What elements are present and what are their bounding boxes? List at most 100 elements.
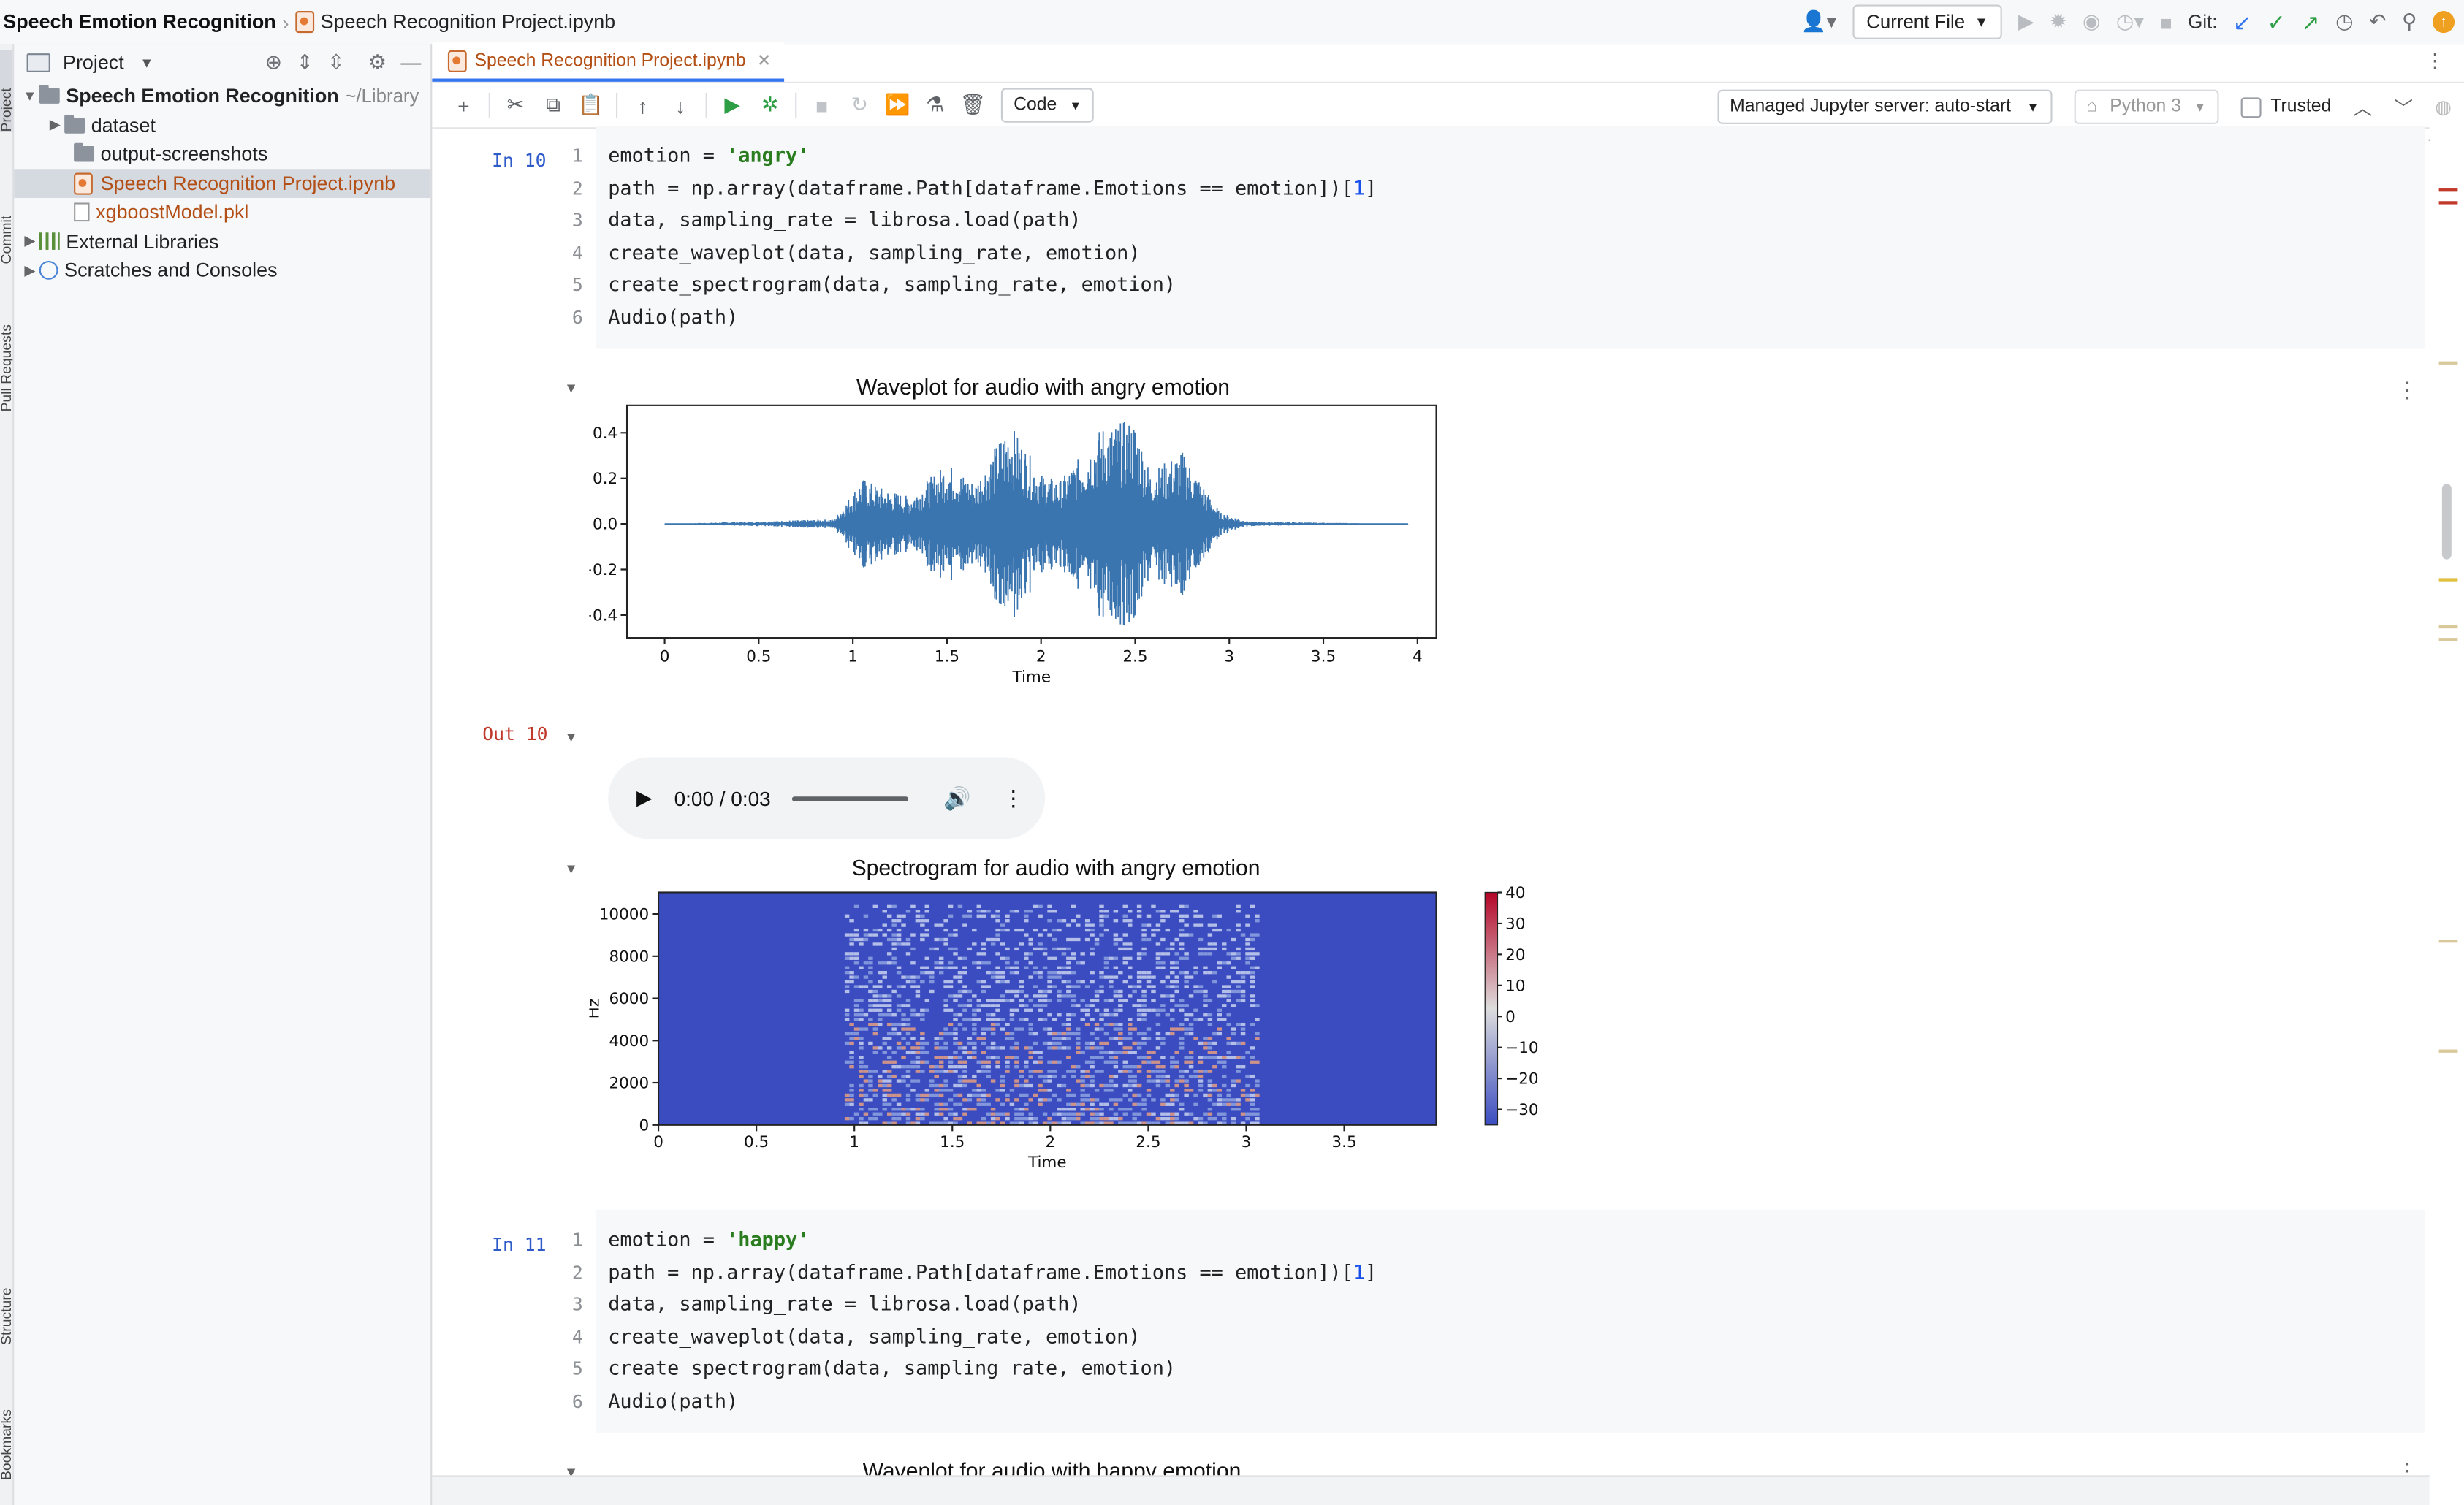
debug-icon[interactable]: ✹ bbox=[2050, 9, 2066, 34]
cut-icon[interactable]: ✂ bbox=[497, 93, 535, 118]
code-line[interactable]: create_waveplot(data, sampling_rate, emo… bbox=[608, 1324, 1140, 1347]
coverage-icon[interactable]: ◉ bbox=[2083, 9, 2100, 34]
minimize-icon[interactable]: — bbox=[400, 50, 421, 75]
run-icon[interactable]: ▶ bbox=[2018, 9, 2034, 34]
clear-outputs-icon[interactable]: ⚗ bbox=[916, 93, 954, 118]
code-line[interactable]: path = np.array(dataframe.Path[dataframe… bbox=[608, 1260, 1377, 1283]
tree-item-external-libraries[interactable]: ▶ External Libraries bbox=[14, 227, 430, 256]
collapse-all-icon[interactable]: ⇳ bbox=[327, 50, 344, 75]
audio-progress-slider[interactable] bbox=[792, 796, 909, 801]
code-line[interactable]: create_waveplot(data, sampling_rate, emo… bbox=[608, 240, 1140, 263]
more-icon[interactable]: ⋮ bbox=[2397, 377, 2419, 404]
spectrogram-cell bbox=[1203, 989, 1208, 994]
run-cell-icon[interactable]: ▶ bbox=[713, 93, 751, 118]
horizontal-scrollbar[interactable] bbox=[432, 1475, 2464, 1505]
run-all-icon[interactable]: ⏩ bbox=[878, 93, 916, 118]
error-marker[interactable] bbox=[2438, 188, 2458, 192]
code-line[interactable]: create_spectrogram(data, sampling_rate, … bbox=[608, 272, 1176, 295]
code-line[interactable]: create_spectrogram(data, sampling_rate, … bbox=[608, 1356, 1176, 1379]
chevron-down-icon[interactable]: ▼ bbox=[20, 88, 39, 104]
run-config-dropdown[interactable]: Current File ▼ bbox=[1852, 4, 2003, 39]
code-line[interactable]: Audio(path) bbox=[608, 1388, 738, 1411]
code-line[interactable]: Audio(path) bbox=[608, 304, 738, 327]
move-down-icon[interactable]: ↓ bbox=[661, 94, 699, 117]
warning-marker[interactable] bbox=[2438, 578, 2458, 582]
cell-type-dropdown[interactable]: Code ▼ bbox=[1000, 88, 1095, 123]
git-commit-icon[interactable]: ✓ bbox=[2267, 9, 2286, 36]
tree-item-output-screenshots[interactable]: output-screenshots bbox=[14, 140, 430, 169]
warning-marker[interactable] bbox=[2438, 1049, 2458, 1053]
spectrogram-cell bbox=[934, 1070, 939, 1073]
stop-icon[interactable]: ■ bbox=[2160, 10, 2172, 34]
tree-item-dataset[interactable]: ▶ dataset bbox=[14, 111, 430, 140]
stop-icon[interactable]: ■ bbox=[803, 94, 841, 117]
tree-item-root[interactable]: ▼ Speech Emotion Recognition ~/Library bbox=[14, 82, 430, 111]
tree-item-pkl[interactable]: xgboostModel.pkl bbox=[14, 198, 430, 227]
chevron-right-icon[interactable]: ▶ bbox=[20, 233, 39, 251]
spectrogram-cell bbox=[1103, 1032, 1109, 1036]
play-icon[interactable]: ▶ bbox=[636, 785, 653, 810]
expand-all-icon[interactable]: ⇕ bbox=[296, 50, 313, 75]
vertical-scrollbar[interactable] bbox=[2441, 484, 2452, 560]
collapse-output-icon[interactable]: ▼ bbox=[564, 380, 578, 396]
collapse-output-icon[interactable]: ▼ bbox=[564, 729, 578, 745]
debug-cell-icon[interactable]: ✲ bbox=[751, 93, 789, 118]
stripe-tab-pull-requests[interactable]: Pull Requests bbox=[0, 280, 12, 411]
git-update-icon[interactable]: ↙ bbox=[2233, 9, 2251, 36]
tree-item-notebook[interactable]: Speech Recognition Project.ipynb bbox=[14, 169, 431, 198]
more-icon[interactable]: ⋮ bbox=[2425, 49, 2445, 74]
warning-marker[interactable] bbox=[2438, 361, 2458, 365]
git-push-icon[interactable]: ↗ bbox=[2301, 9, 2319, 36]
search-icon[interactable]: ⚲ bbox=[2402, 9, 2417, 34]
history-icon[interactable]: ◷ bbox=[2335, 9, 2353, 34]
move-up-icon[interactable]: ↑ bbox=[624, 94, 662, 117]
trusted-toggle[interactable]: Trusted bbox=[2240, 96, 2331, 118]
gear-icon[interactable]: ⚙ bbox=[368, 50, 387, 75]
chevron-right-icon[interactable]: ▶ bbox=[20, 262, 39, 280]
more-icon[interactable]: ⋮ bbox=[1003, 785, 1024, 812]
kernel-dropdown[interactable]: ⌂ Python 3 ▼ bbox=[2073, 89, 2219, 124]
volume-icon[interactable]: 🔊 bbox=[943, 785, 970, 812]
trusted-checkbox[interactable] bbox=[2240, 96, 2262, 118]
profile-icon[interactable]: ◷▾ bbox=[2116, 9, 2144, 34]
code-line[interactable]: data, sampling_rate = librosa.load(path) bbox=[608, 1292, 1081, 1315]
warning-marker[interactable] bbox=[2438, 940, 2458, 943]
stripe-tab-bookmarks[interactable]: Bookmarks bbox=[0, 1367, 12, 1480]
restart-icon[interactable]: ↻ bbox=[841, 93, 879, 118]
warning-marker[interactable] bbox=[2438, 625, 2458, 629]
stripe-tab-structure[interactable]: Structure bbox=[0, 1238, 12, 1345]
next-cell-icon[interactable]: ﹀ bbox=[2394, 94, 2413, 121]
spectrogram-cell bbox=[1066, 1102, 1071, 1106]
collapse-output-icon[interactable]: ▼ bbox=[564, 861, 578, 877]
project-panel-title[interactable]: Project bbox=[63, 52, 124, 74]
chevron-right-icon[interactable]: ▶ bbox=[45, 117, 64, 134]
paste-icon[interactable]: 📋 bbox=[572, 93, 610, 118]
previous-cell-icon[interactable]: ︿ bbox=[2353, 94, 2372, 121]
code-line[interactable]: emotion = 'angry' bbox=[608, 143, 809, 167]
breadcrumb-project[interactable]: Speech Emotion Recognition bbox=[3, 11, 275, 33]
tab-notebook[interactable]: Speech Recognition Project.ipynb ✕ bbox=[432, 42, 784, 82]
rollback-icon[interactable]: ↶ bbox=[2369, 9, 2386, 34]
spectrogram-cell bbox=[1066, 966, 1071, 969]
add-cell-icon[interactable]: + bbox=[445, 94, 483, 117]
locate-icon[interactable]: ⊕ bbox=[265, 50, 282, 75]
code-cell-in10[interactable]: 1 emotion = 'angry' 2 path = np.array(dataf… bbox=[572, 126, 2425, 349]
tree-item-scratches[interactable]: ▶ Scratches and Consoles bbox=[14, 256, 430, 286]
copy-icon[interactable]: ⧉ bbox=[534, 93, 572, 118]
error-marker[interactable] bbox=[2438, 201, 2458, 205]
close-icon[interactable]: ✕ bbox=[757, 50, 772, 71]
account-icon[interactable]: 👤▾ bbox=[1801, 9, 1837, 34]
delete-icon[interactable]: 🗑 bbox=[954, 93, 992, 118]
code-line[interactable]: path = np.array(dataframe.Path[dataframe… bbox=[608, 175, 1377, 199]
chevron-down-icon[interactable]: ▼ bbox=[140, 55, 153, 71]
breadcrumb-file[interactable]: Speech Recognition Project.ipynb bbox=[295, 11, 615, 34]
code-line[interactable]: data, sampling_rate = librosa.load(path) bbox=[608, 207, 1081, 231]
stripe-tab-commit[interactable]: Commit bbox=[0, 148, 12, 264]
code-cell-in11[interactable]: 1 emotion = 'happy' 2 path = np.array(dataf… bbox=[572, 1209, 2425, 1433]
stripe-tab-project[interactable]: Project bbox=[0, 50, 13, 132]
code-line[interactable]: emotion = 'happy' bbox=[608, 1227, 809, 1251]
warning-marker[interactable] bbox=[2438, 638, 2458, 641]
jupyter-server-dropdown[interactable]: Managed Jupyter server: auto-start ▼ bbox=[1716, 89, 2052, 124]
update-icon[interactable]: ↑ bbox=[2432, 11, 2455, 34]
globe-icon[interactable]: ◍ bbox=[2435, 96, 2452, 118]
